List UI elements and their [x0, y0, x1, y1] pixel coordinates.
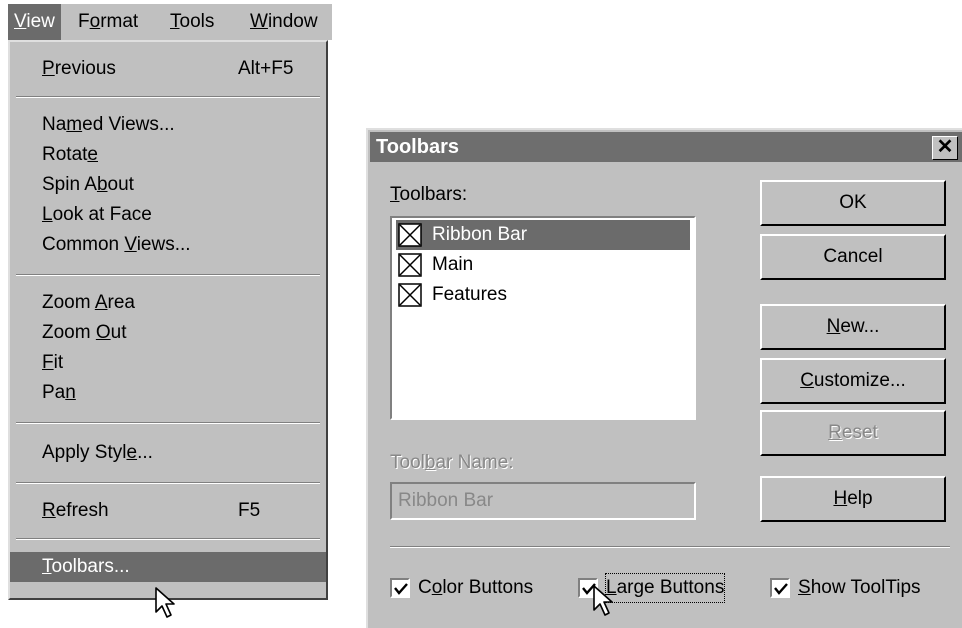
- ok-button[interactable]: OK: [760, 180, 946, 226]
- menu-item-spin-about[interactable]: Spin About: [18, 170, 322, 200]
- menu-separator: [16, 422, 320, 424]
- menu-separator: [16, 538, 320, 540]
- checkbox-label: Show ToolTips: [798, 577, 921, 598]
- toolbars-listbox[interactable]: Ribbon Bar Main Features: [390, 216, 696, 420]
- menu-item-pan[interactable]: Pan: [18, 378, 322, 408]
- menu-item-refresh[interactable]: Refresh F5: [18, 496, 322, 526]
- menu-item-zoom-out[interactable]: Zoom Out: [18, 318, 322, 348]
- checkmark-icon: [774, 583, 788, 595]
- dialog-titlebar: Toolbars ✕: [370, 132, 962, 162]
- menu-format[interactable]: Format: [72, 4, 144, 40]
- color-buttons-checkbox[interactable]: Color Buttons: [390, 574, 560, 602]
- view-menu-dropdown: Previous Alt+F5 Named Views... Rotate Spi…: [8, 40, 328, 600]
- menu-item-fit[interactable]: Fit: [18, 348, 322, 378]
- menu-separator: [16, 96, 320, 98]
- menu-separator: [16, 274, 320, 276]
- checkbox-box[interactable]: [390, 578, 410, 598]
- list-item-label: Ribbon Bar: [432, 224, 528, 245]
- show-tooltips-checkbox[interactable]: Show ToolTips: [770, 574, 956, 602]
- checkbox-label: Color Buttons: [418, 577, 534, 598]
- checkbox-box[interactable]: [770, 578, 790, 598]
- cancel-button[interactable]: Cancel: [760, 234, 946, 280]
- menu-item-rotate[interactable]: Rotate: [18, 140, 322, 170]
- list-item-features[interactable]: Features: [396, 280, 690, 310]
- list-item-label: Features: [432, 284, 507, 305]
- menu-bar: View Format Tools Window: [8, 4, 332, 40]
- customize-button[interactable]: Customize...: [760, 358, 946, 404]
- menu-item-look-at-face[interactable]: Look at Face: [18, 200, 322, 230]
- list-item-main[interactable]: Main: [396, 250, 690, 280]
- close-button[interactable]: ✕: [932, 136, 958, 160]
- menu-item-apply-style[interactable]: Apply Style...: [18, 438, 322, 468]
- toolbars-dialog: Toolbars ✕ Toolbars: Ribbon Bar Main Fea…: [366, 128, 962, 628]
- menu-view[interactable]: View: [8, 4, 61, 40]
- mouse-cursor-icon: [155, 587, 175, 618]
- dialog-title: Toolbars: [376, 136, 459, 158]
- menu-window[interactable]: Window: [244, 4, 324, 40]
- toolbar-name-field[interactable]: Ribbon Bar: [390, 482, 696, 520]
- close-icon: ✕: [936, 136, 954, 158]
- menu-item-common-views[interactable]: Common Views...: [18, 230, 322, 260]
- menu-item-previous[interactable]: Previous Alt+F5: [18, 54, 322, 84]
- toolbars-list-label: Toolbars:: [390, 184, 468, 205]
- menu-item-zoom-area[interactable]: Zoom Area: [18, 288, 322, 318]
- checkmark-icon: [394, 583, 408, 595]
- checked-box-icon[interactable]: [398, 223, 422, 247]
- shortcut-previous: Alt+F5: [238, 58, 294, 79]
- menu-tools[interactable]: Tools: [164, 4, 220, 40]
- menu-separator: [16, 482, 320, 484]
- help-button[interactable]: Help: [760, 476, 946, 522]
- checked-box-icon[interactable]: [398, 253, 422, 277]
- menu-item-named-views[interactable]: Named Views...: [18, 110, 322, 140]
- list-item-label: Main: [432, 254, 474, 275]
- menu-item-toolbars[interactable]: Toolbars...: [10, 552, 326, 582]
- reset-button[interactable]: Reset: [760, 410, 946, 456]
- shortcut-refresh: F5: [238, 500, 261, 521]
- toolbar-name-label: Toolbar Name:: [390, 452, 514, 473]
- dialog-separator: [390, 546, 950, 548]
- list-item-ribbon-bar[interactable]: Ribbon Bar: [396, 220, 690, 250]
- checked-box-icon[interactable]: [398, 283, 422, 307]
- mouse-cursor-icon: [593, 585, 613, 616]
- new-button[interactable]: New...: [760, 304, 946, 350]
